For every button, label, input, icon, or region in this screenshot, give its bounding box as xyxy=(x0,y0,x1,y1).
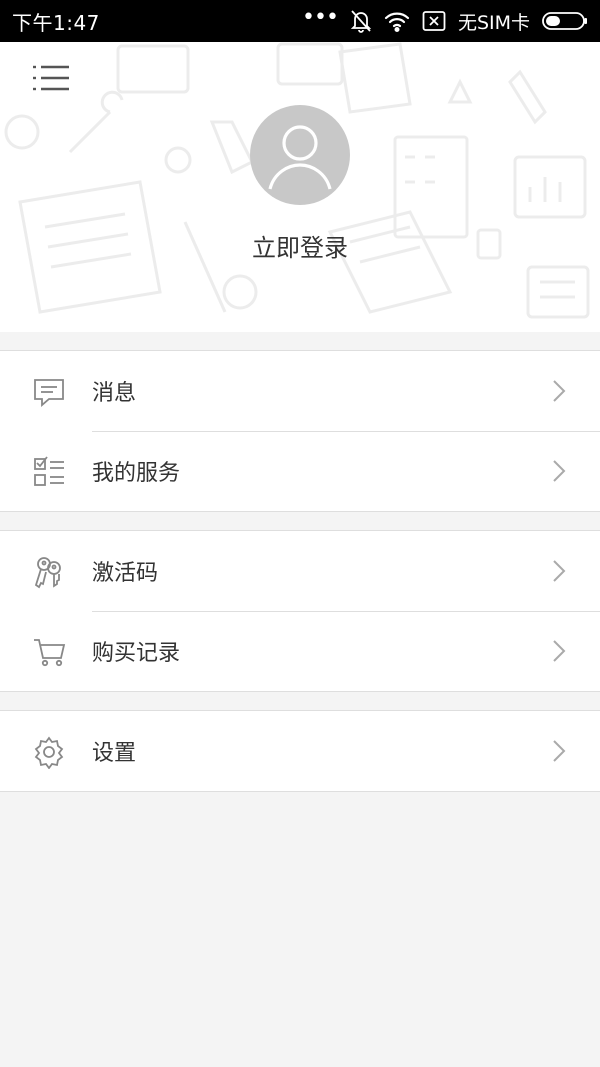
menu-group-1: 消息 我的服务 xyxy=(0,350,600,512)
menu-group-3: 设置 xyxy=(0,710,600,792)
status-time: 下午1:47 xyxy=(12,10,100,35)
more-dots: ••• xyxy=(302,5,339,30)
gear-icon xyxy=(32,735,66,769)
battery-icon xyxy=(542,11,588,31)
cart-icon xyxy=(32,635,66,669)
status-bar: 下午1:47 ••• 无SIM卡 xyxy=(0,0,600,42)
menu-item-label: 我的服务 xyxy=(92,461,181,486)
menu-group-2: 激活码 购买记录 xyxy=(0,530,600,692)
menu-item-label: 消息 xyxy=(92,381,137,406)
status-icons: ••• 无SIM卡 xyxy=(302,5,588,35)
carrier-text: 无SIM卡 xyxy=(457,11,530,34)
profile-header: 立即登录 xyxy=(0,42,600,332)
message-icon xyxy=(32,375,66,409)
mute-bell-icon xyxy=(350,9,372,33)
wifi-icon xyxy=(384,10,410,32)
keys-icon xyxy=(32,555,66,589)
no-sim-icon xyxy=(422,10,446,32)
chevron-right-icon xyxy=(553,560,566,582)
chevron-right-icon xyxy=(553,740,566,762)
menu-item-messages[interactable]: 消息 xyxy=(0,351,600,431)
menu-item-activation-code[interactable]: 激活码 xyxy=(0,531,600,611)
menu-item-label: 设置 xyxy=(92,741,137,766)
menu-item-purchase-history[interactable]: 购买记录 xyxy=(0,611,600,691)
chevron-right-icon xyxy=(553,640,566,662)
menu-item-label: 购买记录 xyxy=(92,641,181,666)
menu-item-settings[interactable]: 设置 xyxy=(0,711,600,791)
menu-item-label: 激活码 xyxy=(92,561,159,586)
chevron-right-icon xyxy=(553,460,566,482)
default-avatar-icon xyxy=(268,125,332,190)
menu-button[interactable] xyxy=(26,60,76,100)
menu-item-my-services[interactable]: 我的服务 xyxy=(0,431,600,511)
avatar[interactable] xyxy=(250,105,350,205)
login-link[interactable]: 立即登录 xyxy=(0,228,600,263)
menu-list-icon xyxy=(31,63,71,97)
checklist-icon xyxy=(32,455,66,489)
chevron-right-icon xyxy=(553,380,566,402)
